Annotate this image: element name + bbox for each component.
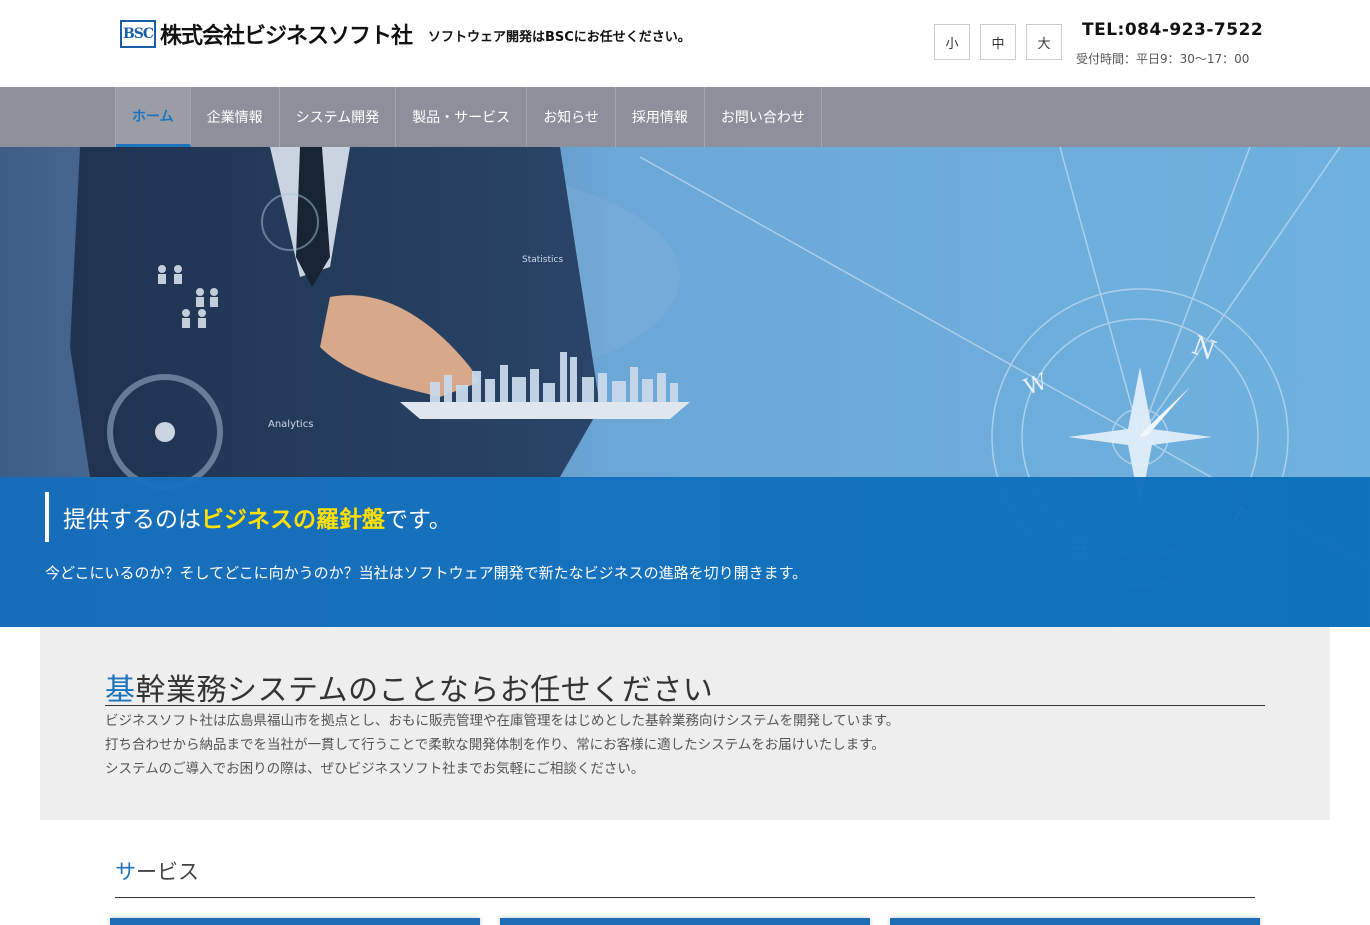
service-card[interactable] — [500, 918, 870, 925]
font-size-small-button[interactable]: 小 — [934, 24, 970, 60]
service-card[interactable] — [890, 918, 1260, 925]
nav-item-recruit[interactable]: 採用情報 — [616, 87, 705, 147]
tablet-shape — [400, 402, 690, 419]
nav-item-contact[interactable]: お問い合わせ — [705, 87, 822, 147]
nav-item-products-services[interactable]: 製品・サービス — [396, 87, 528, 147]
hero-banner: Analytics Statistics N W E S — [0, 147, 1370, 627]
hero-statistics-label: Statistics — [522, 255, 563, 265]
intro-body: ビジネスソフト社は広島県福山市を拠点とし、おもに販売管理や在庫管理をはじめとした… — [105, 709, 899, 781]
font-size-large-button[interactable]: 大 — [1026, 24, 1062, 60]
site-header: BSC 株式会社ビジネスソフト社 ソフトウェア開発はBSCにお任せください。 小… — [0, 0, 1370, 87]
hero-title: 提供するのは ビジネスの羅針盤 です。 — [45, 492, 452, 542]
intro-title-first-char: 基 — [105, 673, 136, 708]
services-heading-rest: ービス — [136, 860, 199, 884]
hero-title-highlight: ビジネスの羅針盤 — [201, 507, 385, 533]
hero-title-pre: 提供するのは — [63, 507, 201, 533]
service-card[interactable] — [110, 918, 480, 925]
intro-section: 基幹業務システムのことならお任せください ビジネスソフト社は広島県福山市を拠点と… — [40, 627, 1330, 820]
nav-item-company[interactable]: 企業情報 — [191, 87, 280, 147]
hero-subtitle: 今どこにいるのか？そしてどこに向かうのか？当社はソフトウェア開発で新たなビジネス… — [45, 564, 808, 582]
services-heading-first-char: サ — [115, 860, 136, 884]
font-size-switcher: 小 中 大 — [934, 24, 1062, 60]
nav-item-system-development[interactable]: システム開発 — [280, 87, 397, 147]
intro-line: 打ち合わせから納品までを当社が一貫して行うことで柔軟な開発体制を作り、常にお客様… — [105, 737, 885, 753]
site-logo[interactable]: BSC 株式会社ビジネスソフト社 — [120, 18, 413, 50]
nav-item-home[interactable]: ホーム — [116, 87, 191, 147]
intro-line: ビジネスソフト社は広島県福山市を拠点とし、おもに販売管理や在庫管理をはじめとした… — [105, 713, 900, 729]
business-hours: 受付時間：平日9：30〜17：00 — [1076, 52, 1250, 66]
hero-analytics-label: Analytics — [268, 419, 313, 430]
intro-title-rest: 幹業務システムのことならお任せください — [135, 673, 714, 708]
intro-divider — [105, 705, 1265, 706]
logo-mark: BSC — [120, 20, 156, 48]
services-divider — [115, 897, 1255, 898]
nav-item-news[interactable]: お知らせ — [527, 87, 616, 147]
compass-w-label: W — [1021, 369, 1051, 400]
logo-text: 株式会社ビジネスソフト社 — [160, 24, 413, 49]
intro-title: 基幹業務システムのことならお任せください — [105, 665, 713, 709]
main-nav: ホーム 企業情報 システム開発 製品・サービス お知らせ 採用情報 お問い合わせ — [0, 87, 1370, 147]
font-size-medium-button[interactable]: 中 — [980, 24, 1016, 60]
intro-line: システムのご導入でお困りの際は、ぜひビジネスソフト社までお気軽にご相談ください。 — [105, 761, 645, 777]
tagline: ソフトウェア開発はBSCにお任せください。 — [428, 30, 691, 45]
hero-title-post: です。 — [385, 507, 452, 533]
phone-number[interactable]: TEL:084-923-7522 — [1082, 20, 1263, 40]
services-heading: サービス — [115, 856, 199, 886]
